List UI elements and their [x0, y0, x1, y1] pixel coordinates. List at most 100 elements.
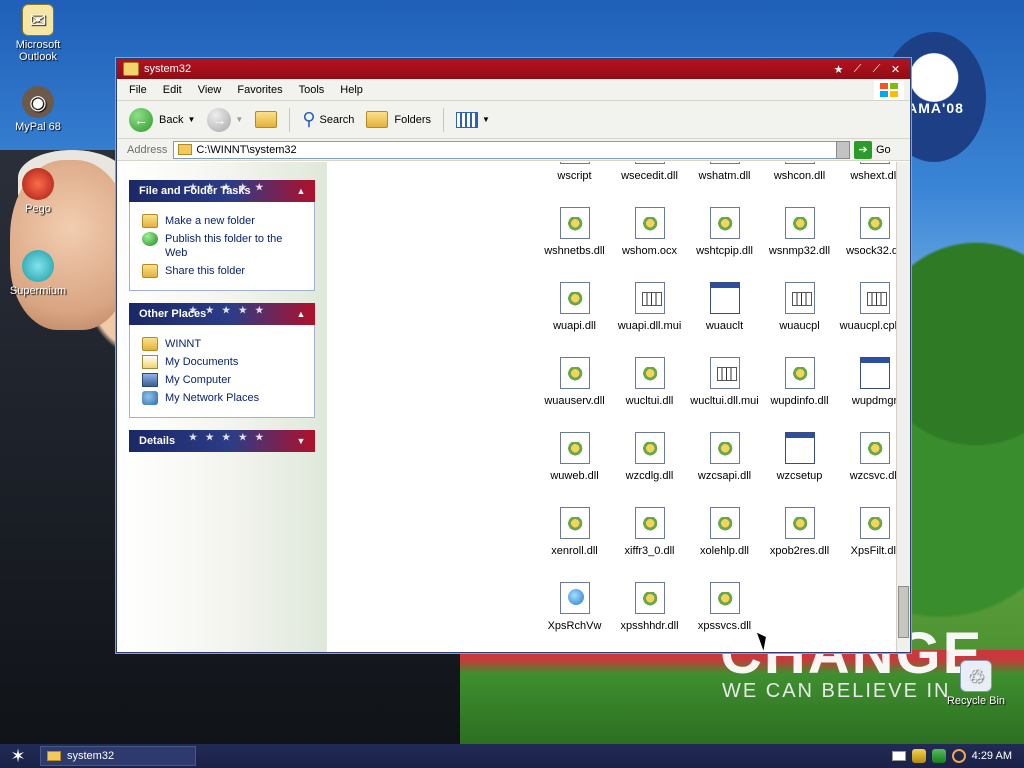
script-file-icon [559, 162, 590, 164]
shield-icon[interactable] [911, 749, 926, 763]
desktop-icon-mypal[interactable]: ◉ MyPal 68 [0, 86, 76, 133]
file-item[interactable]: xenroll.dll [537, 507, 612, 557]
taskbar-item-system32[interactable]: system32 [40, 746, 196, 766]
forward-button[interactable]: → ▼ [203, 105, 247, 135]
exe-file-icon [859, 357, 890, 389]
task-label: Share this folder [165, 265, 246, 277]
menu-view[interactable]: View [190, 84, 230, 96]
folders-button[interactable]: Folders [362, 105, 435, 135]
dll-file-icon [784, 207, 815, 239]
panel-body: Make a new folder Publish this folder to… [129, 202, 315, 291]
file-item[interactable]: wshnetbs.dll [537, 207, 612, 257]
file-item[interactable]: xpssvcs.dll [687, 582, 762, 632]
network-icon[interactable] [931, 749, 946, 763]
star-icon[interactable]: ★ [830, 61, 847, 77]
menu-edit[interactable]: Edit [155, 84, 190, 96]
menu-file[interactable]: File [121, 84, 155, 96]
file-item[interactable]: wshom.ocx [612, 207, 687, 257]
file-item[interactable]: xolehlp.dll [687, 507, 762, 557]
file-item[interactable]: wuauserv.dll [537, 357, 612, 407]
file-item[interactable]: wshcon.dll [762, 162, 837, 182]
keyboard-icon[interactable] [891, 751, 906, 761]
menu-help[interactable]: Help [332, 84, 371, 96]
file-label: xolehlp.dll [700, 545, 749, 557]
panel-header[interactable]: Other Places ★ ★ ★ ★ ★ ▲ [129, 303, 315, 325]
place-my-documents[interactable]: My Documents [142, 355, 304, 369]
desktop-icon-label: MyPal 68 [15, 121, 61, 133]
place-my-network-places[interactable]: My Network Places [142, 391, 304, 405]
panel-header[interactable]: Details ★ ★ ★ ★ ★ ▼ [129, 430, 315, 452]
file-item[interactable]: wuapi.dll.mui [612, 282, 687, 332]
file-item[interactable]: wshtcpip.dll [687, 207, 762, 257]
search-button[interactable]: ⚲ Search [298, 105, 358, 135]
stars-decoration: ★ ★ ★ ★ ★ [189, 432, 267, 442]
file-item[interactable]: wshatm.dll [687, 162, 762, 182]
menu-tools[interactable]: Tools [291, 84, 333, 96]
file-label: wuaucpl [779, 320, 820, 332]
vertical-scrollbar[interactable] [896, 162, 910, 652]
scroll-thumb[interactable] [898, 586, 909, 638]
exe-file-icon [709, 282, 740, 314]
place-my-computer[interactable]: My Computer [142, 373, 304, 387]
task-publish-folder[interactable]: Publish this folder to the Web [142, 232, 304, 260]
address-input[interactable]: C:\WINNT\system32 [173, 140, 837, 159]
file-item[interactable]: XpsRchVw [537, 582, 612, 632]
file-item[interactable]: wzcsetup [762, 432, 837, 482]
desktop-icon-outlook[interactable]: ✉ Microsoft Outlook [0, 4, 76, 63]
file-item[interactable]: wucltui.dll.mui [687, 357, 762, 407]
file-label: xpsshhdr.dll [620, 620, 679, 632]
file-item[interactable]: wucltui.dll [612, 357, 687, 407]
title-bar[interactable]: system32 ★ ⟋ ⟋ ✕ [117, 59, 910, 79]
file-item[interactable]: wuweb.dll [537, 432, 612, 482]
file-item[interactable]: wuaucpl [762, 282, 837, 332]
panel-header[interactable]: File and Folder Tasks ★ ★ ★ ★ ★ ▲ [129, 180, 315, 202]
go-button[interactable]: ➔ Go [854, 140, 906, 159]
search-icon[interactable] [951, 749, 966, 763]
desktop-icon-supermium[interactable]: Supermium [0, 250, 76, 297]
file-label: wuweb.dll [550, 470, 599, 482]
file-item[interactable]: wsnmp32.dll [762, 207, 837, 257]
file-item[interactable]: wzcdlg.dll [612, 432, 687, 482]
file-item[interactable]: wsecedit.dll [612, 162, 687, 182]
chevron-down-icon: ▼ [482, 115, 490, 124]
task-make-new-folder[interactable]: Make a new folder [142, 214, 304, 228]
file-item[interactable]: xpob2res.dll [762, 507, 837, 557]
back-arrow-icon: ← [129, 107, 153, 132]
file-item[interactable]: wuapi.dll [537, 282, 612, 332]
file-item[interactable]: wuauclt [687, 282, 762, 332]
file-item[interactable]: wzcsapi.dll [687, 432, 762, 482]
up-button[interactable] [251, 105, 281, 135]
supermium-icon [22, 250, 54, 282]
menu-favorites[interactable]: Favorites [229, 84, 290, 96]
file-label: wshtcpip.dll [696, 245, 753, 257]
file-item[interactable]: xpsshhdr.dll [612, 582, 687, 632]
stars-decoration: ★ ★ ★ ★ ★ [189, 305, 267, 315]
address-dropdown[interactable] [836, 140, 850, 159]
task-share-folder[interactable]: Share this folder [142, 264, 304, 278]
file-label: wzcsetup [776, 470, 823, 482]
place-label: WINNT [165, 338, 202, 350]
place-winnt[interactable]: WINNT [142, 337, 304, 351]
start-button[interactable]: ✶ [0, 744, 36, 768]
back-button[interactable]: ← Back ▼ [125, 105, 199, 135]
folder-icon [47, 751, 61, 761]
chevron-down-icon[interactable]: ▼ [293, 433, 309, 449]
file-item[interactable]: wscript [537, 162, 612, 182]
address-label: Address [127, 143, 168, 156]
file-folder-tasks-panel: File and Folder Tasks ★ ★ ★ ★ ★ ▲ Make a… [129, 180, 315, 291]
minimize-button[interactable]: ⟋ [849, 61, 866, 77]
maximize-button[interactable]: ⟋ [868, 61, 885, 77]
chevron-up-icon[interactable]: ▲ [293, 306, 309, 322]
chevron-up-icon[interactable]: ▲ [293, 183, 309, 199]
desktop-icon-recycle-bin[interactable]: ♲ Recycle Bin [938, 660, 1014, 707]
close-button[interactable]: ✕ [887, 61, 904, 77]
clock[interactable]: 4:29 AM [972, 750, 1012, 762]
dll-file-icon [559, 432, 590, 464]
file-label: xenroll.dll [551, 545, 598, 557]
mypal-icon: ◉ [22, 86, 54, 118]
file-item[interactable]: wupdinfo.dll [762, 357, 837, 407]
desktop-icon-pego[interactable]: Pego [0, 168, 76, 215]
system-tray: 4:29 AM [891, 749, 1024, 763]
file-item[interactable]: xiffr3_0.dll [612, 507, 687, 557]
views-button[interactable]: ▼ [452, 105, 494, 135]
